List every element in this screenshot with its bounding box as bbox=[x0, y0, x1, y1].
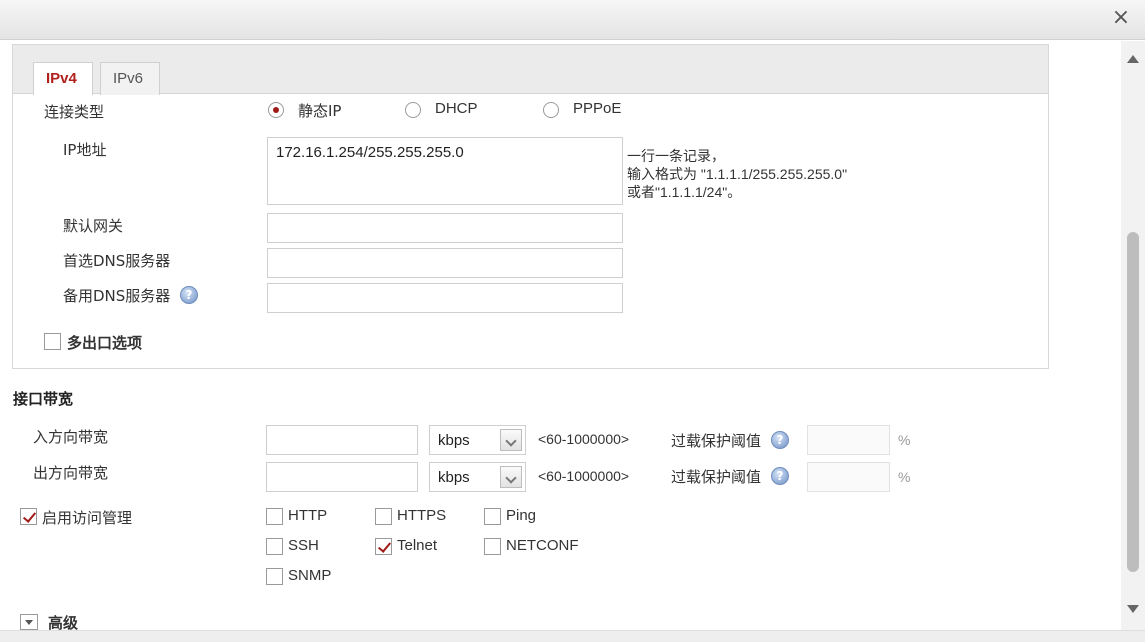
inbound-unit-value: kbps bbox=[438, 432, 470, 449]
radio-pppoe-label: PPPoE bbox=[573, 100, 622, 117]
chevron-down-icon[interactable] bbox=[500, 466, 522, 488]
protocol-https-label: HTTPS bbox=[397, 507, 447, 524]
scroll-up-arrow-icon[interactable] bbox=[1127, 55, 1139, 63]
protocol-snmp-checkbox[interactable] bbox=[266, 568, 283, 585]
protocol-http-label: HTTP bbox=[288, 507, 328, 524]
protocol-ssh-checkbox[interactable] bbox=[266, 538, 283, 555]
ip-hint-line2: 输入格式为 "1.1.1.1/255.255.255.0" bbox=[627, 166, 848, 182]
outbound-bandwidth-input[interactable] bbox=[266, 462, 418, 492]
dns-backup-input[interactable] bbox=[267, 283, 623, 313]
close-icon[interactable]: × bbox=[1110, 7, 1132, 29]
protocol-telnet-label: Telnet bbox=[397, 537, 438, 554]
ip-settings-panel: IPv4 IPv6 bbox=[12, 44, 1049, 369]
radio-dhcp[interactable] bbox=[405, 102, 421, 118]
tab-ipv4[interactable]: IPv4 bbox=[33, 62, 93, 95]
chevron-down-icon[interactable] bbox=[500, 429, 522, 451]
tab-strip: IPv4 IPv6 bbox=[13, 45, 1048, 95]
inbound-bandwidth-input[interactable] bbox=[266, 425, 418, 455]
inbound-range-text: <60-1000000> bbox=[538, 431, 630, 447]
outbound-unit-value: kbps bbox=[438, 469, 470, 486]
advanced-expand-toggle[interactable] bbox=[20, 614, 38, 630]
inbound-overload-input[interactable] bbox=[807, 425, 890, 455]
access-management-checkbox[interactable] bbox=[20, 508, 37, 525]
inbound-bandwidth-label: 入方向带宽 bbox=[33, 428, 109, 446]
scroll-down-arrow-icon[interactable] bbox=[1127, 605, 1139, 613]
gateway-label: 默认网关 bbox=[63, 217, 124, 235]
outbound-percent-unit: % bbox=[898, 469, 911, 485]
outbound-overload-input[interactable] bbox=[807, 462, 890, 492]
dialog-titlebar bbox=[0, 0, 1145, 40]
protocol-ping-checkbox[interactable] bbox=[484, 508, 501, 525]
connection-type-label: 连接类型 bbox=[44, 103, 105, 121]
radio-dhcp-label: DHCP bbox=[435, 100, 478, 117]
multi-exit-checkbox[interactable] bbox=[44, 333, 61, 350]
protocol-ping-label: Ping bbox=[506, 507, 537, 524]
access-management-label: 启用访问管理 bbox=[42, 509, 133, 527]
ip-hint-line1: 一行一条记录， bbox=[627, 148, 725, 164]
ip-address-label: IP地址 bbox=[63, 141, 107, 159]
protocol-snmp-label: SNMP bbox=[288, 567, 332, 584]
outbound-overload-label: 过载保护阈值 bbox=[671, 468, 762, 486]
outbound-range-text: <60-1000000> bbox=[538, 468, 630, 484]
bandwidth-section-title: 接口带宽 bbox=[13, 390, 74, 408]
multi-exit-label: 多出口选项 bbox=[67, 334, 143, 352]
inbound-overload-help-icon[interactable]: ? bbox=[771, 431, 789, 449]
gateway-input[interactable] bbox=[267, 213, 623, 243]
protocol-telnet-checkbox[interactable] bbox=[375, 538, 392, 555]
protocol-ssh-label: SSH bbox=[288, 537, 319, 554]
radio-pppoe[interactable] bbox=[543, 102, 559, 118]
dns-primary-input[interactable] bbox=[267, 248, 623, 278]
dns-primary-label: 首选DNS服务器 bbox=[63, 252, 171, 270]
outbound-unit-select[interactable]: kbps bbox=[429, 462, 526, 492]
advanced-label: 高级 bbox=[48, 614, 79, 630]
ip-address-textarea[interactable]: 172.16.1.254/255.255.255.0 bbox=[267, 137, 623, 205]
dns-backup-label: 备用DNS服务器 bbox=[63, 287, 171, 305]
protocol-netconf-label: NETCONF bbox=[506, 537, 579, 554]
ip-hint-line3: 或者"1.1.1.1/24"。 bbox=[627, 184, 742, 200]
protocol-http-checkbox[interactable] bbox=[266, 508, 283, 525]
protocol-https-checkbox[interactable] bbox=[375, 508, 392, 525]
radio-static-ip-label: 静态IP bbox=[298, 102, 342, 120]
outbound-bandwidth-label: 出方向带宽 bbox=[33, 464, 109, 482]
outbound-overload-help-icon[interactable]: ? bbox=[771, 467, 789, 485]
inbound-unit-select[interactable]: kbps bbox=[429, 425, 526, 455]
inbound-percent-unit: % bbox=[898, 432, 911, 448]
radio-static-ip[interactable] bbox=[268, 102, 284, 118]
dialog-footer bbox=[0, 630, 1145, 642]
tab-ipv6[interactable]: IPv6 bbox=[100, 62, 160, 95]
scrollbar-thumb[interactable] bbox=[1127, 232, 1139, 572]
inbound-overload-label: 过载保护阈值 bbox=[671, 432, 762, 450]
dns-backup-help-icon[interactable]: ? bbox=[180, 286, 198, 304]
protocol-netconf-checkbox[interactable] bbox=[484, 538, 501, 555]
